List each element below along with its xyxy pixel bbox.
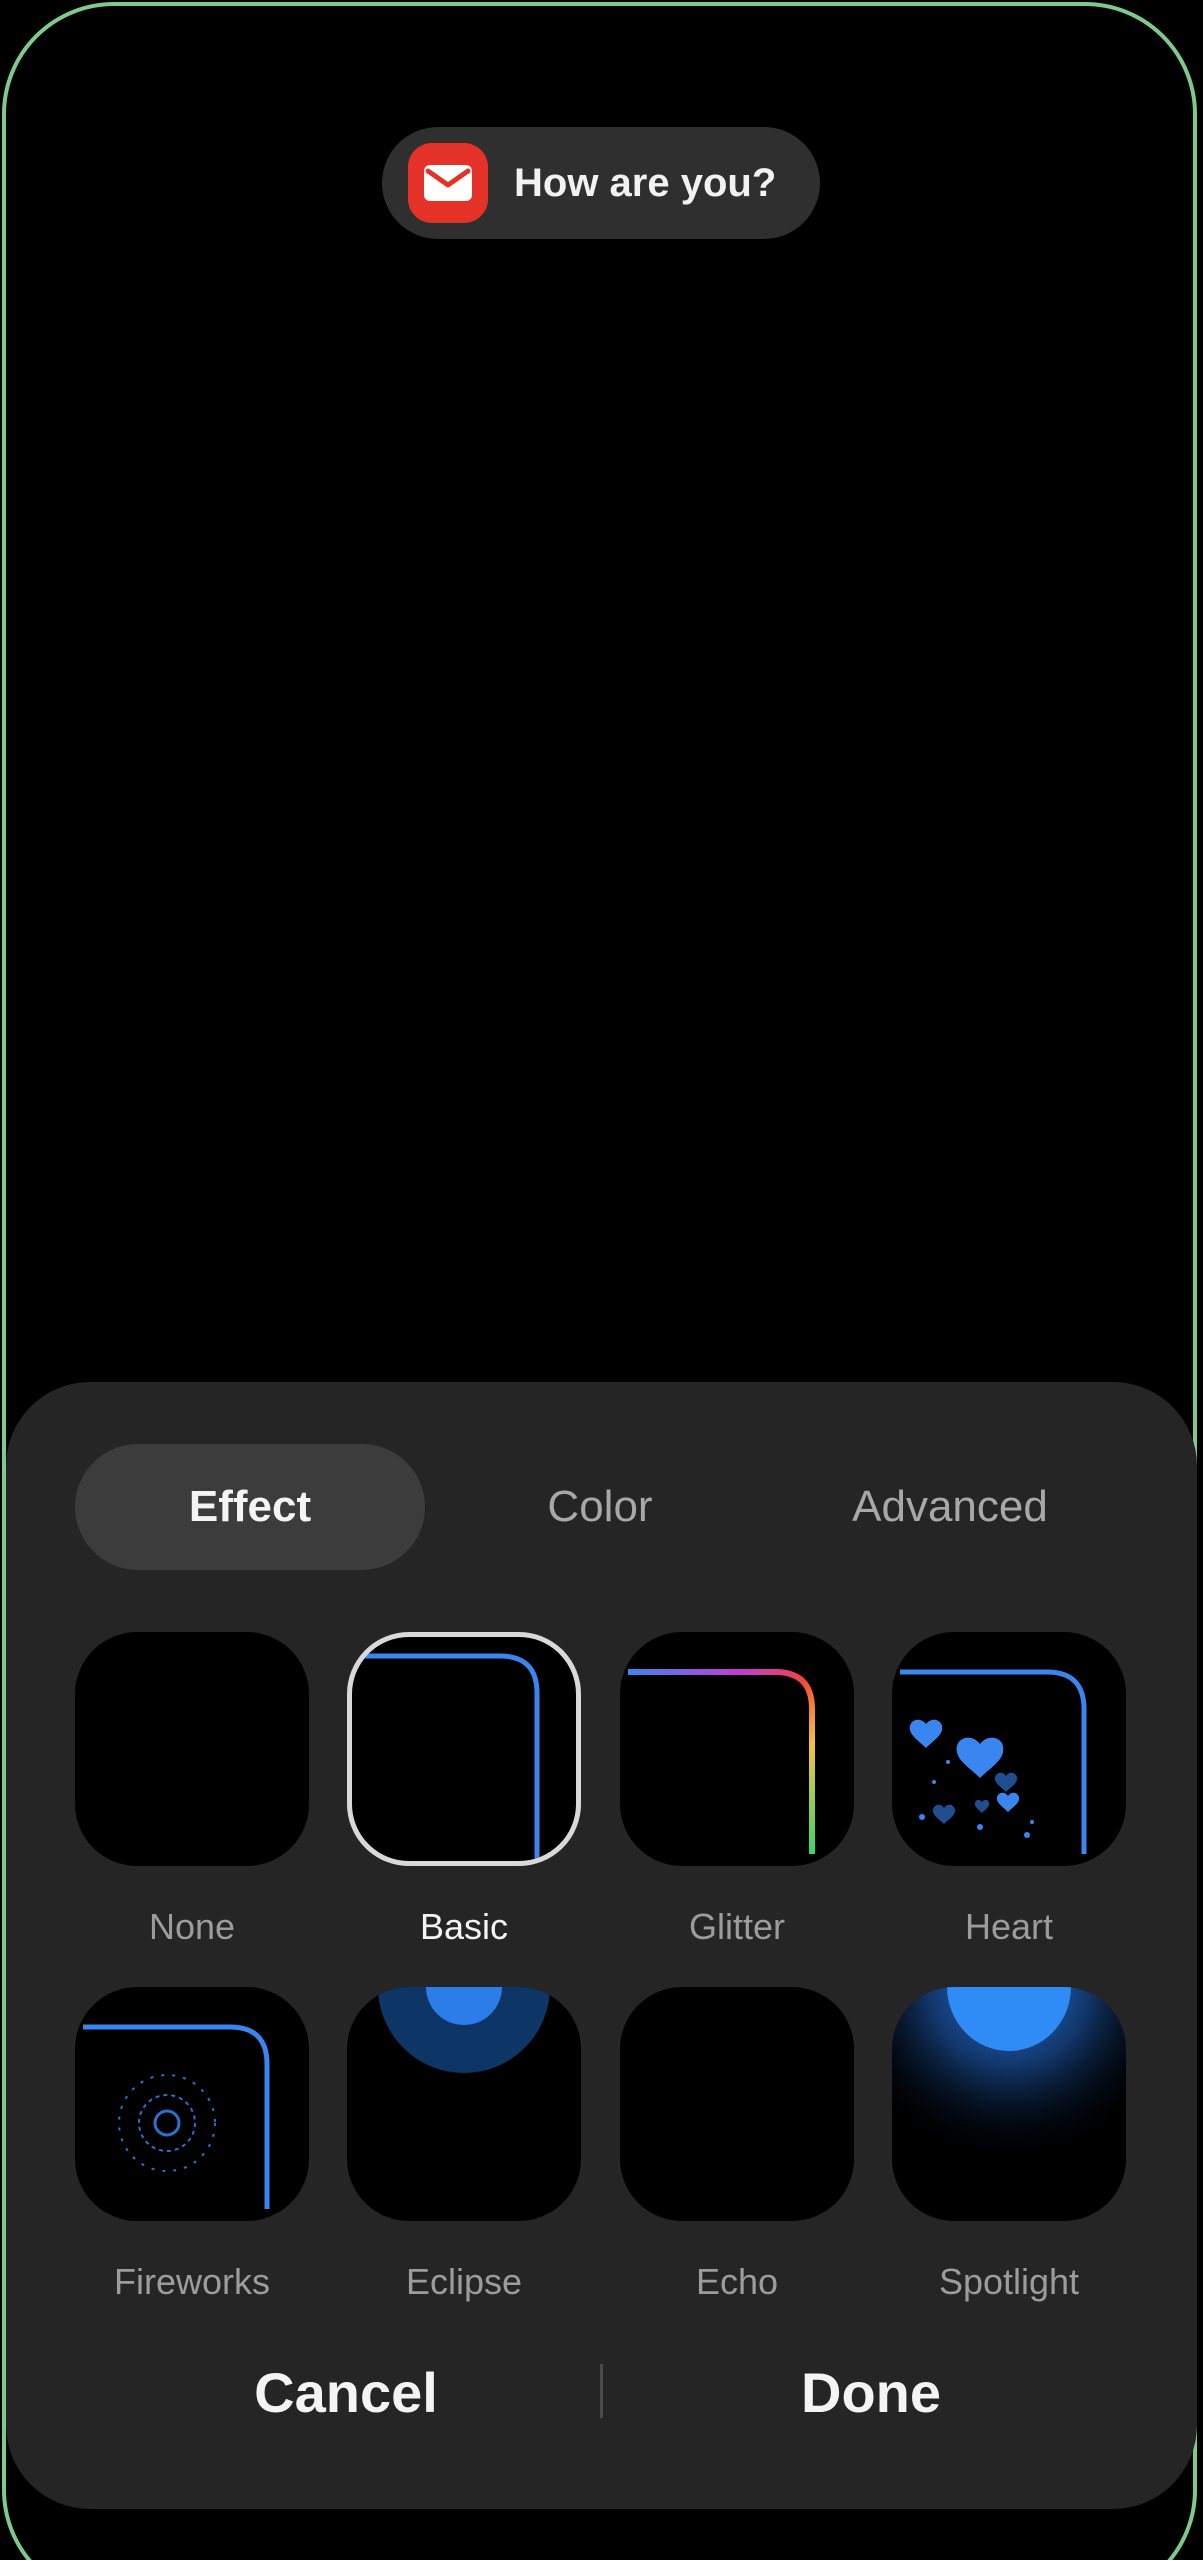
effect-label-basic: Basic: [419, 1906, 509, 1947]
effect-label-fireworks: Fireworks: [113, 2261, 270, 2302]
effect-option-spotlight[interactable]: Spotlight: [892, 1987, 1126, 2302]
cancel-button[interactable]: Cancel: [136, 2342, 556, 2442]
mail-icon: [408, 143, 488, 223]
effect-settings-sheet: Effect Color Advanced None Basic Glitter…: [6, 1382, 1197, 2509]
effect-label-none: None: [148, 1906, 236, 1947]
effect-option-basic[interactable]: Basic: [347, 1632, 581, 1947]
effect-echo-thumbnail: [620, 1987, 854, 2221]
notification-preview: How are you?: [382, 127, 820, 239]
effect-option-fireworks[interactable]: Fireworks: [75, 1987, 309, 2302]
action-bar: Cancel Done: [6, 2342, 1197, 2442]
effect-label-spotlight: Spotlight: [938, 2261, 1080, 2302]
effect-label-echo: Echo: [695, 2261, 779, 2302]
tab-effect[interactable]: Effect: [75, 1444, 425, 1570]
edge-lighting-screen: How are you? Effect Color Advanced None …: [0, 0, 1203, 2560]
effect-none-thumbnail: [75, 1632, 309, 1866]
effect-fireworks-thumbnail: [75, 1987, 309, 2221]
effect-label-glitter: Glitter: [688, 1906, 785, 1947]
action-divider: [600, 2364, 603, 2418]
effect-option-echo[interactable]: Echo: [620, 1987, 854, 2302]
tab-bar: Effect Color Advanced: [75, 1444, 1125, 1570]
effect-basic-thumbnail: [347, 1632, 581, 1866]
effect-option-glitter[interactable]: Glitter: [620, 1632, 854, 1947]
effect-option-none[interactable]: None: [75, 1632, 309, 1947]
tab-color[interactable]: Color: [425, 1444, 775, 1570]
effect-option-heart[interactable]: Heart: [892, 1632, 1126, 1947]
effect-heart-thumbnail: [892, 1632, 1126, 1866]
effect-glitter-thumbnail: [620, 1632, 854, 1866]
notification-text: How are you?: [514, 160, 777, 205]
effect-option-eclipse[interactable]: Eclipse: [347, 1987, 581, 2302]
effect-spotlight-thumbnail: [892, 1987, 1126, 2221]
tab-advanced[interactable]: Advanced: [775, 1444, 1125, 1570]
effect-eclipse-thumbnail: [347, 1987, 581, 2221]
done-button[interactable]: Done: [661, 2342, 1081, 2442]
effect-label-heart: Heart: [964, 1906, 1054, 1947]
effect-label-eclipse: Eclipse: [405, 2261, 523, 2302]
